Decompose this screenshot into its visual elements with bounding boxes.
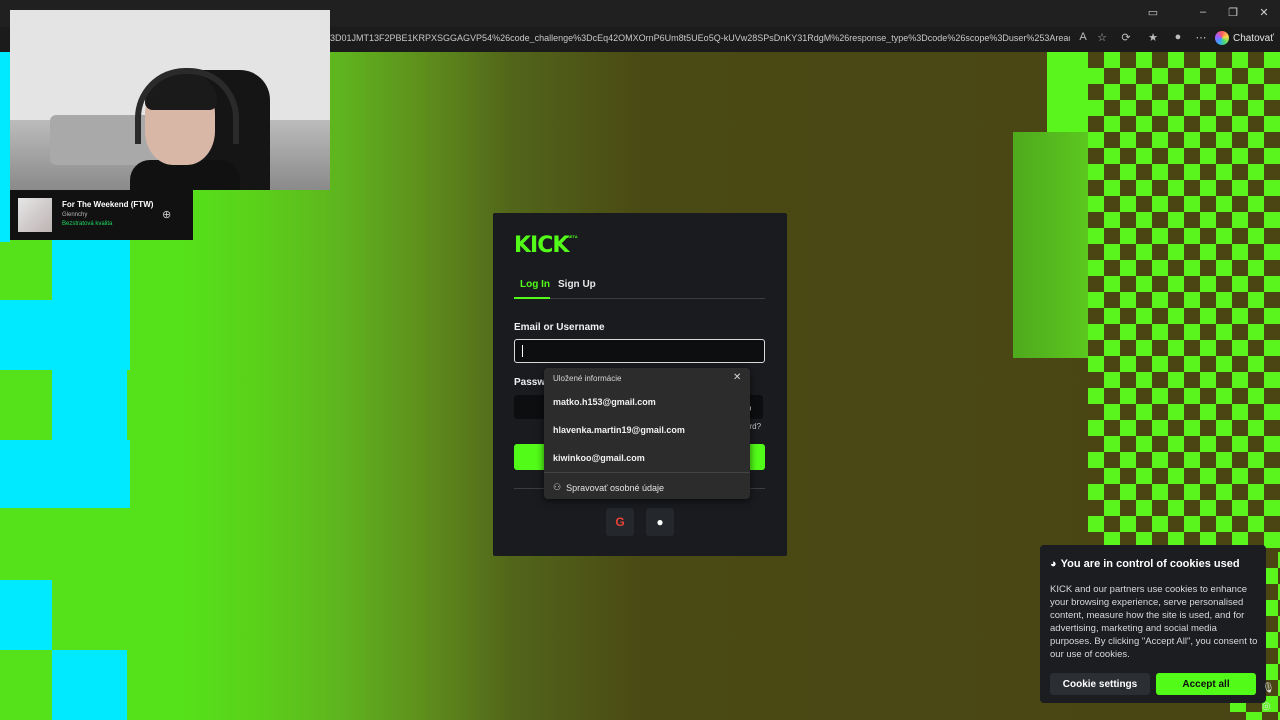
mic-icon[interactable]: 🎙 xyxy=(1262,683,1275,694)
track-artist: Glennchy xyxy=(62,212,88,218)
background-shape xyxy=(0,440,130,508)
person-icon: ⚇ xyxy=(553,482,562,492)
sidebar-icon[interactable]: ▭ xyxy=(1143,6,1163,19)
kick-logo: KICK xyxy=(514,233,569,258)
more-icon[interactable]: ⋯ xyxy=(1193,31,1209,44)
favorite-star-icon[interactable]: ☆ xyxy=(1094,31,1110,44)
tab-login[interactable]: Log In xyxy=(520,279,550,290)
profile-icon[interactable]: ● xyxy=(1170,31,1186,43)
google-login-button[interactable]: G xyxy=(606,508,634,536)
password-label: Passw xyxy=(514,377,546,388)
tab-divider xyxy=(514,298,765,299)
manage-personal-data-link[interactable]: ⚇ Spravovať osobné údaje xyxy=(553,482,664,493)
accept-all-button[interactable]: Accept all xyxy=(1156,673,1256,695)
webcam-overlay xyxy=(10,10,330,190)
apple-icon: ● xyxy=(656,515,664,529)
background-shape xyxy=(52,370,127,440)
background-shape xyxy=(52,650,127,720)
cookie-title-text: You are in control of cookies used xyxy=(1060,558,1240,570)
apple-login-button[interactable]: ● xyxy=(646,508,674,536)
cookie-settings-button[interactable]: Cookie settings xyxy=(1050,673,1150,695)
minimize-icon[interactable]: – xyxy=(1193,6,1213,18)
google-icon: G xyxy=(615,515,625,529)
background-shape xyxy=(52,240,130,370)
url-text[interactable]: 3D01JMT13F2PBE1KRPXSGGAGVP54%26code_chal… xyxy=(330,33,1070,43)
email-label: Email or Username xyxy=(514,322,605,333)
checker-pattern xyxy=(1088,52,1280,552)
cookie-description: KICK and our partners use cookies to enh… xyxy=(1050,584,1258,660)
add-icon[interactable]: ⊕ xyxy=(162,208,171,221)
autofill-item[interactable]: matko.h153@gmail.com xyxy=(553,397,656,407)
cookie-banner: ◕ You are in control of cookies used KIC… xyxy=(1040,545,1266,703)
background-shape xyxy=(0,300,52,370)
autofill-item[interactable]: kiwinkoo@gmail.com xyxy=(553,453,645,463)
target-icon[interactable]: ◎ xyxy=(1262,701,1271,712)
cookie-icon: ◕ xyxy=(1050,558,1057,570)
autofill-dropdown: Uložené informácie ✕ matko.h153@gmail.co… xyxy=(544,368,750,499)
background-shape xyxy=(0,52,10,242)
manage-label: Spravovať osobné údaje xyxy=(566,482,665,493)
background-shape xyxy=(1047,52,1089,132)
active-tab-indicator xyxy=(514,297,550,299)
now-playing-widget: For The Weekend (FTW) Glennchy Bezstrato… xyxy=(10,190,193,240)
chat-label: Chatovať xyxy=(1233,32,1274,44)
close-icon[interactable]: ✕ xyxy=(1254,6,1274,19)
track-quality: Bezstratová kvalita xyxy=(62,221,113,227)
background-shape xyxy=(1013,132,1089,358)
autofill-header: Uložené informácie xyxy=(553,374,622,383)
read-aloud-icon[interactable]: A xyxy=(1075,31,1091,43)
background-shape xyxy=(0,580,52,650)
text-caret xyxy=(522,345,523,357)
favorites-icon[interactable]: ★ xyxy=(1145,31,1161,44)
autofill-item[interactable]: hlavenka.martin19@gmail.com xyxy=(553,425,685,435)
restore-icon[interactable]: ❐ xyxy=(1223,6,1243,19)
beta-badge: BETA xyxy=(567,234,578,239)
extensions-icon[interactable]: ⟳ xyxy=(1118,31,1134,44)
copilot-icon xyxy=(1215,31,1229,45)
track-title: For The Weekend (FTW) xyxy=(62,200,154,209)
copilot-chat-button[interactable]: Chatovať xyxy=(1215,31,1274,45)
close-icon[interactable]: ✕ xyxy=(733,372,741,383)
email-input[interactable] xyxy=(514,339,765,363)
tab-signup[interactable]: Sign Up xyxy=(558,279,596,290)
cookie-title: ◕ You are in control of cookies used xyxy=(1050,558,1240,570)
album-art xyxy=(18,198,52,232)
autofill-divider xyxy=(544,472,750,473)
